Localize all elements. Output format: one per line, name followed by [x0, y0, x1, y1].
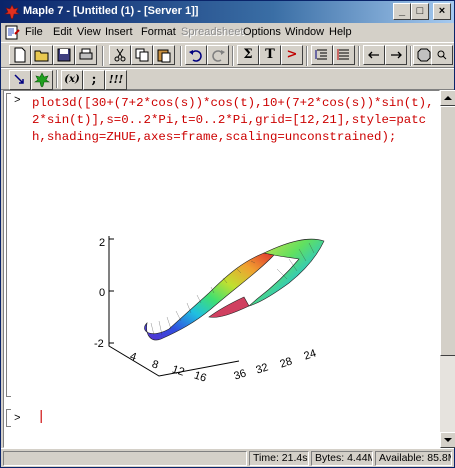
menu-window[interactable]: Window	[285, 26, 324, 38]
execute-button[interactable]	[9, 70, 31, 90]
axes-frame	[108, 236, 240, 377]
group-icon	[315, 49, 327, 60]
toolbar-separator	[232, 46, 234, 66]
section-icon	[337, 49, 349, 60]
z-tick-neg2: -2	[94, 338, 104, 350]
menu-help[interactable]: Help	[329, 26, 352, 38]
semicolon-button[interactable]: ;	[83, 70, 105, 90]
vertical-scrollbar[interactable]	[440, 90, 455, 448]
toolbar-separator	[306, 46, 308, 66]
menu-view[interactable]: View	[77, 26, 101, 38]
print-button[interactable]	[75, 45, 97, 65]
save-button[interactable]	[53, 45, 75, 65]
title-bar[interactable]: Maple 7 - [Untitled (1) - [Server 1]] _ …	[1, 1, 454, 23]
toolbar-separator	[180, 46, 182, 66]
semicolon-label: ;	[91, 72, 97, 87]
new-file-button[interactable]	[9, 45, 31, 65]
paste-button[interactable]	[153, 45, 175, 65]
open-file-button[interactable]	[31, 45, 53, 65]
menu-bar: File Edit View Insert Format Spreadsheet…	[1, 23, 454, 42]
text-input-button[interactable]: T	[259, 45, 281, 65]
toolbar-separator	[102, 46, 104, 66]
status-available: Available: 85.8M	[375, 451, 452, 466]
maple-command[interactable]: plot3d([30+(7+2*cos(s))*cos(t),10+(7+2*c…	[32, 95, 437, 146]
x-tick-16: 16	[192, 369, 208, 385]
toolbar-separator	[56, 70, 58, 88]
execute-all-button[interactable]: !!!	[105, 70, 127, 90]
menu-file[interactable]: File	[25, 26, 43, 38]
worksheet[interactable]: > plot3d([30+(7+2*cos(s))*cos(t),10+(7+2…	[3, 90, 440, 448]
open-folder-icon	[34, 50, 49, 62]
stop-icon	[417, 48, 431, 62]
z-tick-0: 0	[99, 287, 106, 299]
zoom-button[interactable]	[431, 45, 453, 65]
menu-edit[interactable]: Edit	[53, 26, 72, 38]
maple-window: Maple 7 - [Untitled (1) - [Server 1]] _ …	[0, 0, 455, 468]
magnifier-icon	[437, 50, 447, 60]
paren-x-label: (x)	[64, 74, 80, 85]
group-button[interactable]	[311, 45, 333, 65]
minimize-button[interactable]: _	[393, 3, 411, 20]
arrow-right-icon	[391, 51, 402, 59]
arrow-left-icon	[368, 51, 379, 59]
document-icon[interactable]	[5, 25, 21, 40]
printer-icon	[79, 48, 93, 60]
scroll-up-icon	[444, 96, 452, 100]
redo-icon	[212, 50, 225, 62]
close-button[interactable]: ×	[433, 3, 451, 20]
scroll-down-icon	[444, 438, 452, 442]
menu-format[interactable]: Format	[141, 26, 176, 38]
torus-front-band	[144, 252, 275, 341]
sigma-icon: Σ	[243, 47, 253, 62]
indent-button[interactable]	[385, 45, 407, 65]
maple-leaf-icon	[4, 4, 20, 20]
math-input-button[interactable]: Σ	[237, 45, 259, 65]
status-message	[3, 451, 247, 466]
ungroup-button[interactable]	[333, 45, 355, 65]
scroll-up-button[interactable]	[440, 90, 455, 106]
scroll-thumb[interactable]	[440, 106, 455, 356]
z-tick-2: 2	[99, 237, 106, 249]
input-prompt: >	[14, 95, 21, 107]
maximize-button[interactable]: □	[411, 3, 429, 20]
clipboard-icon	[157, 49, 171, 63]
maple-input-button[interactable]: >	[281, 45, 303, 65]
text-t-icon: T	[265, 47, 275, 62]
toolbar-separator	[410, 46, 412, 66]
main-toolbar: Σ T >	[1, 42, 454, 68]
outdent-button[interactable]	[363, 45, 385, 65]
copy-button[interactable]	[131, 45, 153, 65]
torus-back-band	[248, 238, 325, 307]
scroll-down-button[interactable]	[440, 432, 455, 448]
status-bytes: Bytes: 4.44M	[311, 451, 373, 466]
execute-all-label: !!!	[108, 73, 124, 86]
cut-button[interactable]	[109, 45, 131, 65]
menu-spreadsheet: Spreadsheet	[181, 26, 244, 38]
prompt-icon: >	[286, 47, 298, 62]
floppy-disk-icon	[57, 48, 71, 62]
scissors-icon	[114, 48, 126, 62]
copy-icon	[135, 48, 149, 62]
restart-button[interactable]	[31, 70, 53, 90]
maple-leaf-icon	[34, 72, 50, 88]
new-document-icon	[14, 47, 26, 63]
execution-group-bracket[interactable]	[6, 93, 11, 397]
redo-button[interactable]	[207, 45, 229, 65]
menu-insert[interactable]: Insert	[105, 26, 133, 38]
inert-text-button[interactable]: (x)	[61, 70, 83, 90]
status-bar: Time: 21.4s Bytes: 4.44M Available: 85.8…	[1, 448, 454, 467]
undo-button[interactable]	[185, 45, 207, 65]
context-toolbar: (x) ; !!!	[1, 68, 454, 90]
toolbar-separator	[358, 46, 360, 66]
text-cursor[interactable]: |	[37, 409, 45, 425]
execute-arrow-icon	[14, 74, 24, 84]
status-time: Time: 21.4s	[249, 451, 309, 466]
menu-options[interactable]: Options	[243, 26, 281, 38]
window-title: Maple 7 - [Untitled (1) - [Server 1]]	[23, 5, 199, 17]
execution-group-bracket-2[interactable]	[6, 409, 11, 427]
undo-icon	[189, 50, 202, 62]
input-prompt-2: >	[14, 413, 21, 425]
